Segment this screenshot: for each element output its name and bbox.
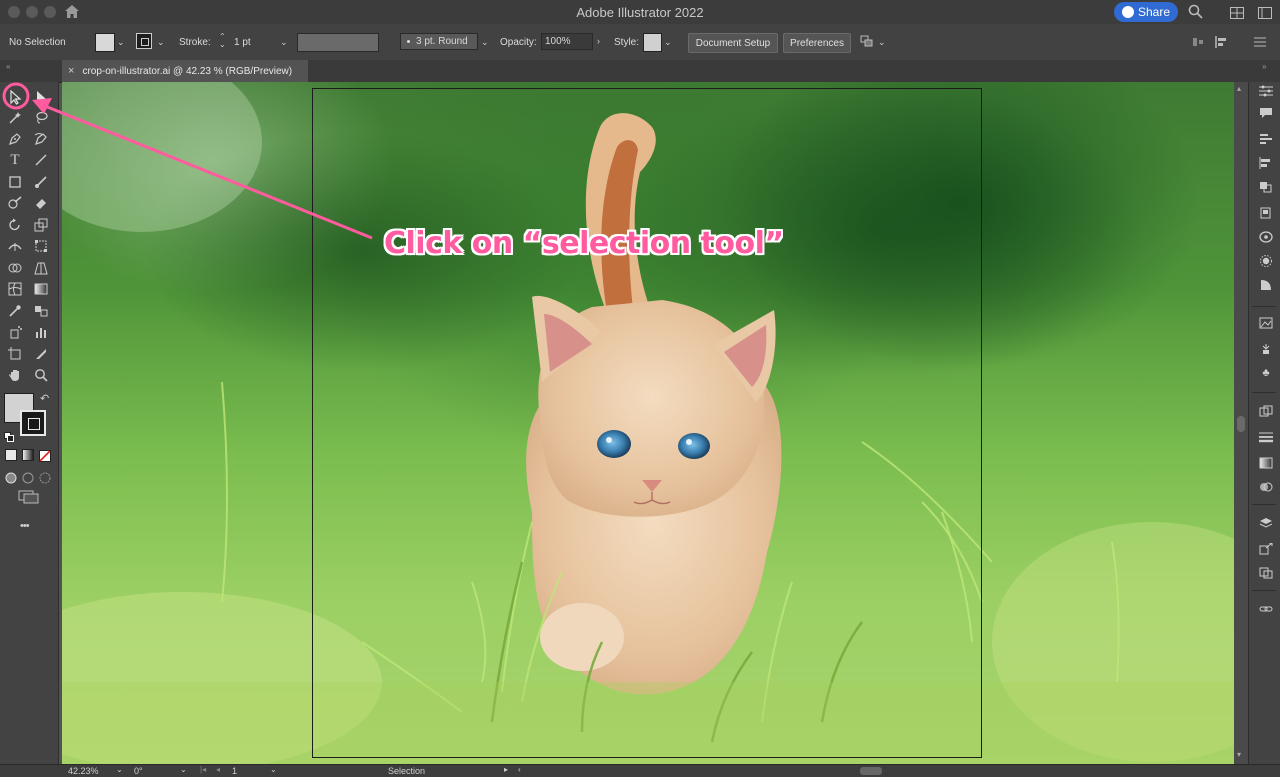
- annotation-overlay: [2, 82, 373, 240]
- artboard-number[interactable]: 1: [232, 766, 237, 776]
- scroll-left-icon[interactable]: ‹: [518, 765, 521, 774]
- rotation-value[interactable]: 0°: [134, 766, 143, 776]
- libraries-icon[interactable]: [1258, 206, 1274, 220]
- asset-export-icon[interactable]: [1258, 566, 1274, 580]
- scroll-up-icon[interactable]: ▴: [1237, 84, 1241, 93]
- export-icon[interactable]: [1258, 542, 1274, 556]
- gradient-panel-icon[interactable]: [1258, 456, 1274, 470]
- stroke-panel-icon[interactable]: [1258, 430, 1274, 444]
- layers-icon[interactable]: [1258, 516, 1274, 530]
- rotation-chevron-icon[interactable]: ⌄: [180, 765, 187, 774]
- status-menu-arrow-icon[interactable]: ▸: [504, 765, 508, 774]
- scrollbar-thumb[interactable]: [1237, 416, 1245, 432]
- current-tool-status: Selection: [388, 766, 426, 776]
- properties-icon[interactable]: [1258, 84, 1274, 98]
- image-trace-icon[interactable]: [1258, 316, 1274, 330]
- artboard-chevron-icon[interactable]: ⌄: [270, 765, 277, 774]
- annotation-arrowhead-icon: [32, 98, 52, 114]
- scroll-down-icon[interactable]: ▾: [1237, 750, 1241, 759]
- symbols-club-icon[interactable]: ♣: [1258, 366, 1274, 380]
- color-wheel-icon[interactable]: [1258, 230, 1274, 244]
- annotation-text: Click on “selection tool”: [384, 226, 784, 261]
- pathfinder-icon[interactable]: [1258, 180, 1274, 194]
- panel-separator: [1252, 590, 1276, 591]
- vertical-scrollbar[interactable]: ▴ ▾: [1234, 82, 1248, 766]
- previous-artboard-icon[interactable]: ◂: [216, 765, 220, 774]
- panel-separator: [1252, 306, 1276, 307]
- transparency-icon[interactable]: [1258, 278, 1274, 292]
- brushes-icon[interactable]: [1258, 342, 1274, 356]
- align-panel-icon[interactable]: [1258, 156, 1274, 170]
- zoom-chevron-icon[interactable]: ⌄: [116, 765, 123, 774]
- swatches-icon[interactable]: [1258, 480, 1274, 494]
- comments-icon[interactable]: [1258, 106, 1274, 120]
- first-artboard-icon[interactable]: |◂: [200, 765, 206, 774]
- links-icon[interactable]: [1258, 602, 1274, 616]
- artboards-icon[interactable]: [1258, 404, 1274, 418]
- layers-stack-icon[interactable]: [1258, 132, 1274, 146]
- annotation-arrow: [39, 102, 373, 240]
- panel-separator: [1252, 392, 1276, 393]
- zoom-level[interactable]: 42.23%: [68, 766, 99, 776]
- highlight-circle: [2, 82, 30, 110]
- status-bar: 42.23% ⌄ 0° ⌄ |◂ ◂ 1 ⌄ Selection ▸ ‹: [0, 764, 1280, 777]
- horizontal-scrollbar-thumb[interactable]: [860, 767, 882, 775]
- appearance-sun-icon[interactable]: [1258, 254, 1274, 268]
- panel-separator: [1252, 504, 1276, 505]
